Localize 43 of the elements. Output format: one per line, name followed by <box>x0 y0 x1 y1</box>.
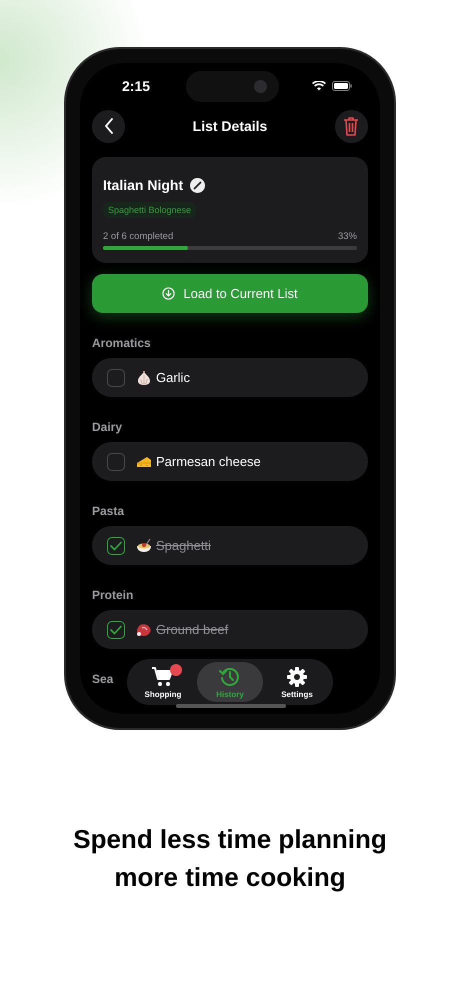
checkbox[interactable] <box>107 620 125 638</box>
progress-text: 2 of 6 completed <box>103 231 174 242</box>
back-button[interactable] <box>92 110 125 142</box>
checkbox[interactable] <box>107 452 125 470</box>
item-name: Garlic <box>156 370 190 385</box>
recipe-tag: Spaghetti Bolognese <box>103 202 196 218</box>
checkbox[interactable] <box>107 536 125 554</box>
tab[interactable]: Shopping <box>130 662 196 702</box>
item-name: Parmesan cheese <box>156 454 261 469</box>
grocery-item[interactable]: Parmesan cheese <box>92 442 368 481</box>
item-name: Spaghetti <box>156 538 211 553</box>
wifi-icon <box>312 81 326 91</box>
download-icon <box>162 287 176 300</box>
back-chevron-icon <box>104 118 114 134</box>
screen-title: List Details <box>192 118 268 134</box>
category-label: Dairy <box>92 419 122 436</box>
category-label: Sea <box>92 671 114 688</box>
checkmark-icon <box>110 624 122 634</box>
meat-icon <box>136 622 152 638</box>
category-label: Pasta <box>92 503 124 520</box>
history-icon <box>219 666 241 688</box>
grocery-item[interactable]: Ground beef <box>92 610 368 649</box>
grocery-item[interactable]: Garlic <box>92 358 368 397</box>
checkbox[interactable] <box>107 368 125 386</box>
checkmark-icon <box>110 540 122 550</box>
status-time: 2:15 <box>122 78 150 94</box>
category-label: Protein <box>92 587 134 604</box>
delete-button[interactable] <box>334 110 368 142</box>
pasta-bowl-icon <box>136 538 152 554</box>
edit-icon[interactable] <box>190 178 206 192</box>
headline: Spend less time planning more time cooking <box>73 823 387 894</box>
list-title: Italian Night <box>103 177 184 193</box>
trash-icon <box>343 116 360 136</box>
settings-icon <box>286 666 308 688</box>
tab[interactable]: History <box>197 662 263 702</box>
grocery-item[interactable]: Spaghetti <box>92 526 368 565</box>
category-label: Aromatics <box>92 335 151 352</box>
battery-icon <box>332 81 352 91</box>
load-button[interactable]: Load to Current List <box>92 274 368 313</box>
tab[interactable]: Settings <box>264 662 330 702</box>
garlic-icon <box>136 370 152 386</box>
item-name: Ground beef <box>156 622 228 637</box>
progress-percent: 33% <box>338 231 357 242</box>
